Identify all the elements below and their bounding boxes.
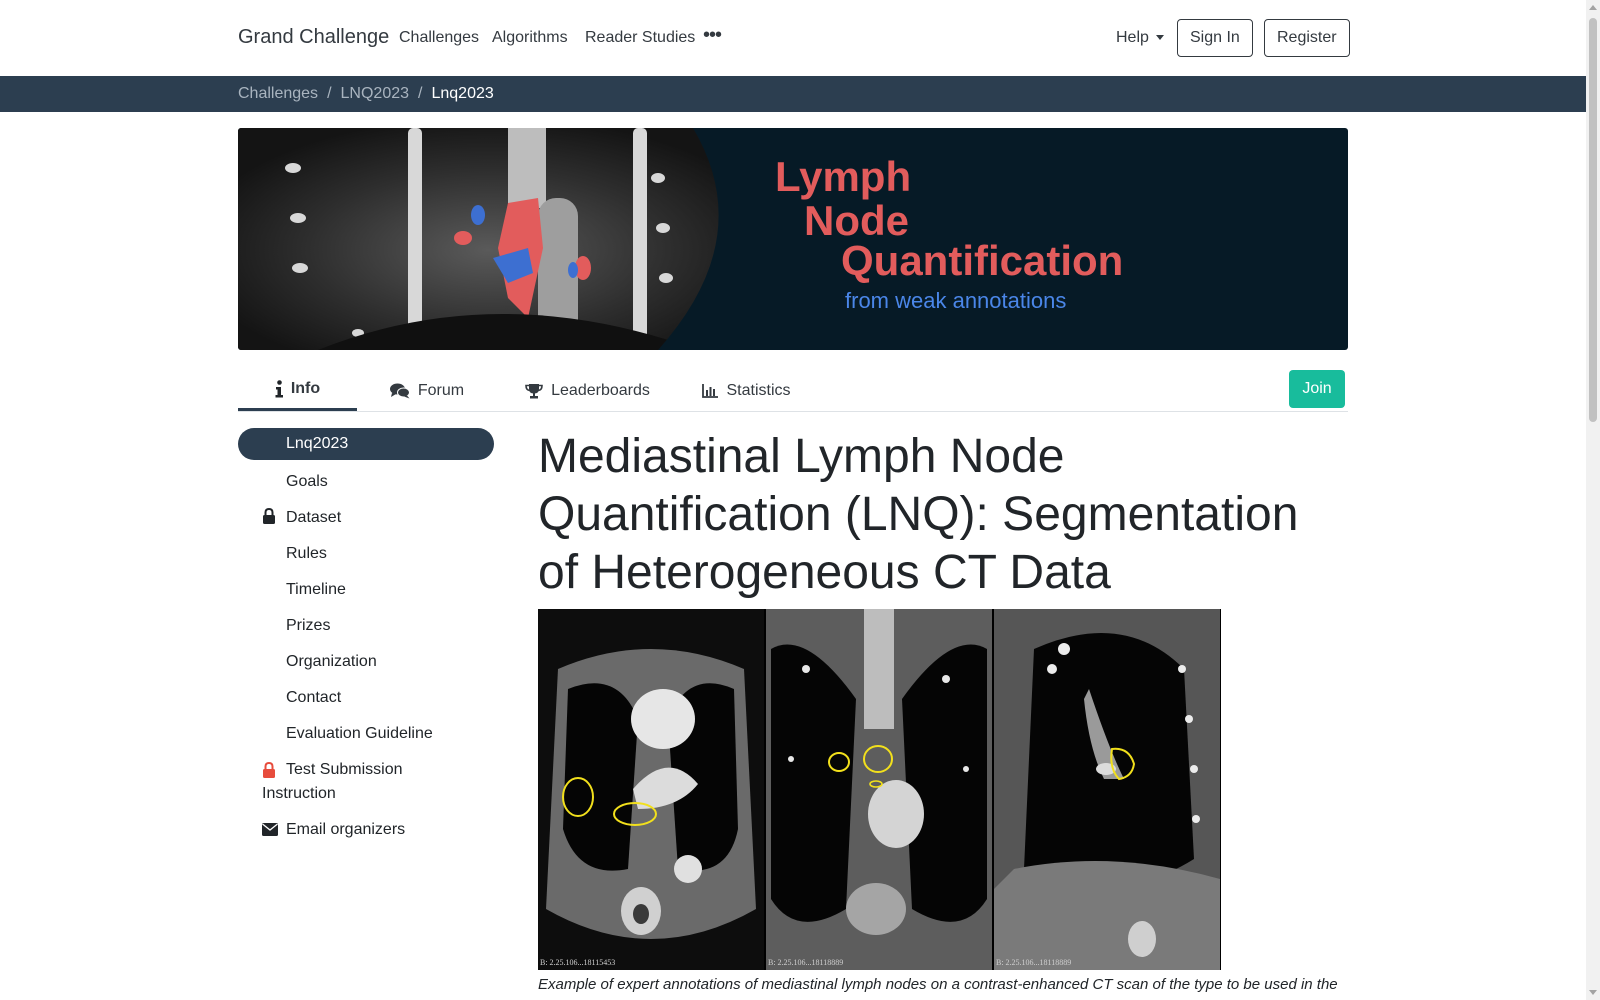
banner-title-line1: Lymph (775, 153, 912, 200)
sidebar-item-label: Timeline (286, 581, 346, 598)
sidebar-item-label: Evaluation Guideline (286, 725, 433, 742)
breadcrumb-separator: / (418, 85, 423, 102)
sidebar-item-label: Rules (286, 545, 327, 562)
breadcrumb-bar: Challenges / LNQ2023 / Lnq2023 (0, 76, 1586, 112)
figure-caption: Example of expert annotations of mediast… (538, 976, 1338, 993)
ct-sagittal-image: B: 2.25.106...18118889 (994, 609, 1220, 970)
lock-icon (263, 508, 275, 524)
sidebar-item-rules[interactable]: Rules (238, 536, 494, 572)
sidebar-item-label: Lnq2023 (286, 435, 349, 452)
more-menu-icon[interactable]: ••• (703, 24, 722, 47)
sidebar-item-email-organizers[interactable]: Email organizers (238, 812, 494, 848)
sidebar-item-label: Prizes (286, 617, 331, 634)
nav-reader-studies[interactable]: Reader Studies (585, 29, 695, 47)
trophy-icon (525, 383, 543, 398)
sign-in-button[interactable]: Sign In (1177, 19, 1253, 57)
challenge-tabs: Info Forum Leaderboards Statistics (238, 370, 1348, 412)
image-id-label: B: 2.25.106...18118889 (996, 958, 1072, 967)
sidebar-nav: Lnq2023 Goals Dataset Rules Timeline Pri… (238, 428, 494, 848)
sidebar-item-label: Organization (286, 653, 377, 670)
tab-forum-label: Forum (417, 381, 465, 399)
ct-axial-image: B: 2.25.106...18115453 (538, 609, 764, 970)
lock-icon (263, 762, 275, 778)
page-scrollbar[interactable] (1586, 0, 1600, 1000)
breadcrumb-current: Lnq2023 (431, 85, 494, 102)
sidebar-item-contact[interactable]: Contact (238, 680, 494, 716)
tab-leaderboards[interactable]: Leaderboards (520, 370, 655, 411)
scroll-down-arrow-icon[interactable] (1589, 990, 1597, 995)
image-id-label: B: 2.25.106...18115453 (540, 958, 616, 967)
sidebar-item-label: Dataset (286, 509, 342, 526)
sidebar-item-evaluation-guideline[interactable]: Evaluation Guideline (238, 716, 494, 752)
tab-info-label: Info (290, 380, 321, 397)
breadcrumb-separator: / (327, 85, 332, 102)
sidebar-item-label: Test Submission Instruction (262, 761, 403, 802)
sidebar-item-label: Goals (286, 473, 328, 490)
bar-chart-icon (702, 383, 719, 398)
tab-statistics-label: Statistics (726, 381, 791, 399)
sidebar-item-timeline[interactable]: Timeline (238, 572, 494, 608)
sidebar-item-prizes[interactable]: Prizes (238, 608, 494, 644)
info-icon (275, 380, 283, 398)
page-title: Mediastinal Lymph Node Quantification (L… (538, 430, 1299, 599)
scroll-up-arrow-icon[interactable] (1589, 5, 1597, 10)
ct-example-figure: B: 2.25.106...18115453 B: 2.25.106...181… (538, 609, 1221, 970)
tab-statistics[interactable]: Statistics (699, 370, 794, 411)
scrollbar-thumb[interactable] (1589, 18, 1597, 422)
register-button[interactable]: Register (1264, 19, 1350, 57)
breadcrumb-lnq2023[interactable]: LNQ2023 (341, 85, 410, 102)
image-id-label: B: 2.25.106...18118889 (768, 958, 844, 967)
banner-title-line3: Quantification (841, 237, 1124, 284)
nav-challenges[interactable]: Challenges (399, 29, 479, 47)
ct-coronal-image: B: 2.25.106...18118889 (766, 609, 992, 970)
nav-algorithms[interactable]: Algorithms (492, 29, 568, 47)
tab-info[interactable]: Info (238, 370, 357, 411)
envelope-icon (262, 823, 278, 836)
sidebar-item-organization[interactable]: Organization (238, 644, 494, 680)
sidebar-item-test-submission[interactable]: Test Submission Instruction (238, 752, 494, 812)
sidebar-item-dataset[interactable]: Dataset (238, 500, 494, 536)
help-label: Help (1116, 29, 1149, 46)
comments-icon (389, 383, 410, 398)
help-dropdown[interactable]: Help (1116, 29, 1164, 47)
sidebar-item-goals[interactable]: Goals (238, 464, 494, 500)
tab-forum[interactable]: Forum (382, 370, 472, 411)
banner-subtitle: from weak annotations (845, 288, 1067, 313)
sidebar-item-label: Contact (286, 689, 342, 706)
top-navbar: Grand Challenge Challenges Algorithms Re… (0, 0, 1586, 75)
breadcrumb-challenges[interactable]: Challenges (238, 85, 318, 102)
sidebar-item-label: Email organizers (286, 821, 406, 838)
sidebar-item-lnq2023[interactable]: Lnq2023 (238, 428, 494, 460)
caret-down-icon (1155, 35, 1164, 41)
challenge-banner: Lymph Node Quantification from weak anno… (238, 128, 1348, 350)
brand-link[interactable]: Grand Challenge (238, 26, 389, 49)
join-button[interactable]: Join (1289, 370, 1345, 408)
breadcrumb: Challenges / LNQ2023 / Lnq2023 (238, 85, 494, 103)
tab-leaderboards-label: Leaderboards (551, 381, 650, 399)
